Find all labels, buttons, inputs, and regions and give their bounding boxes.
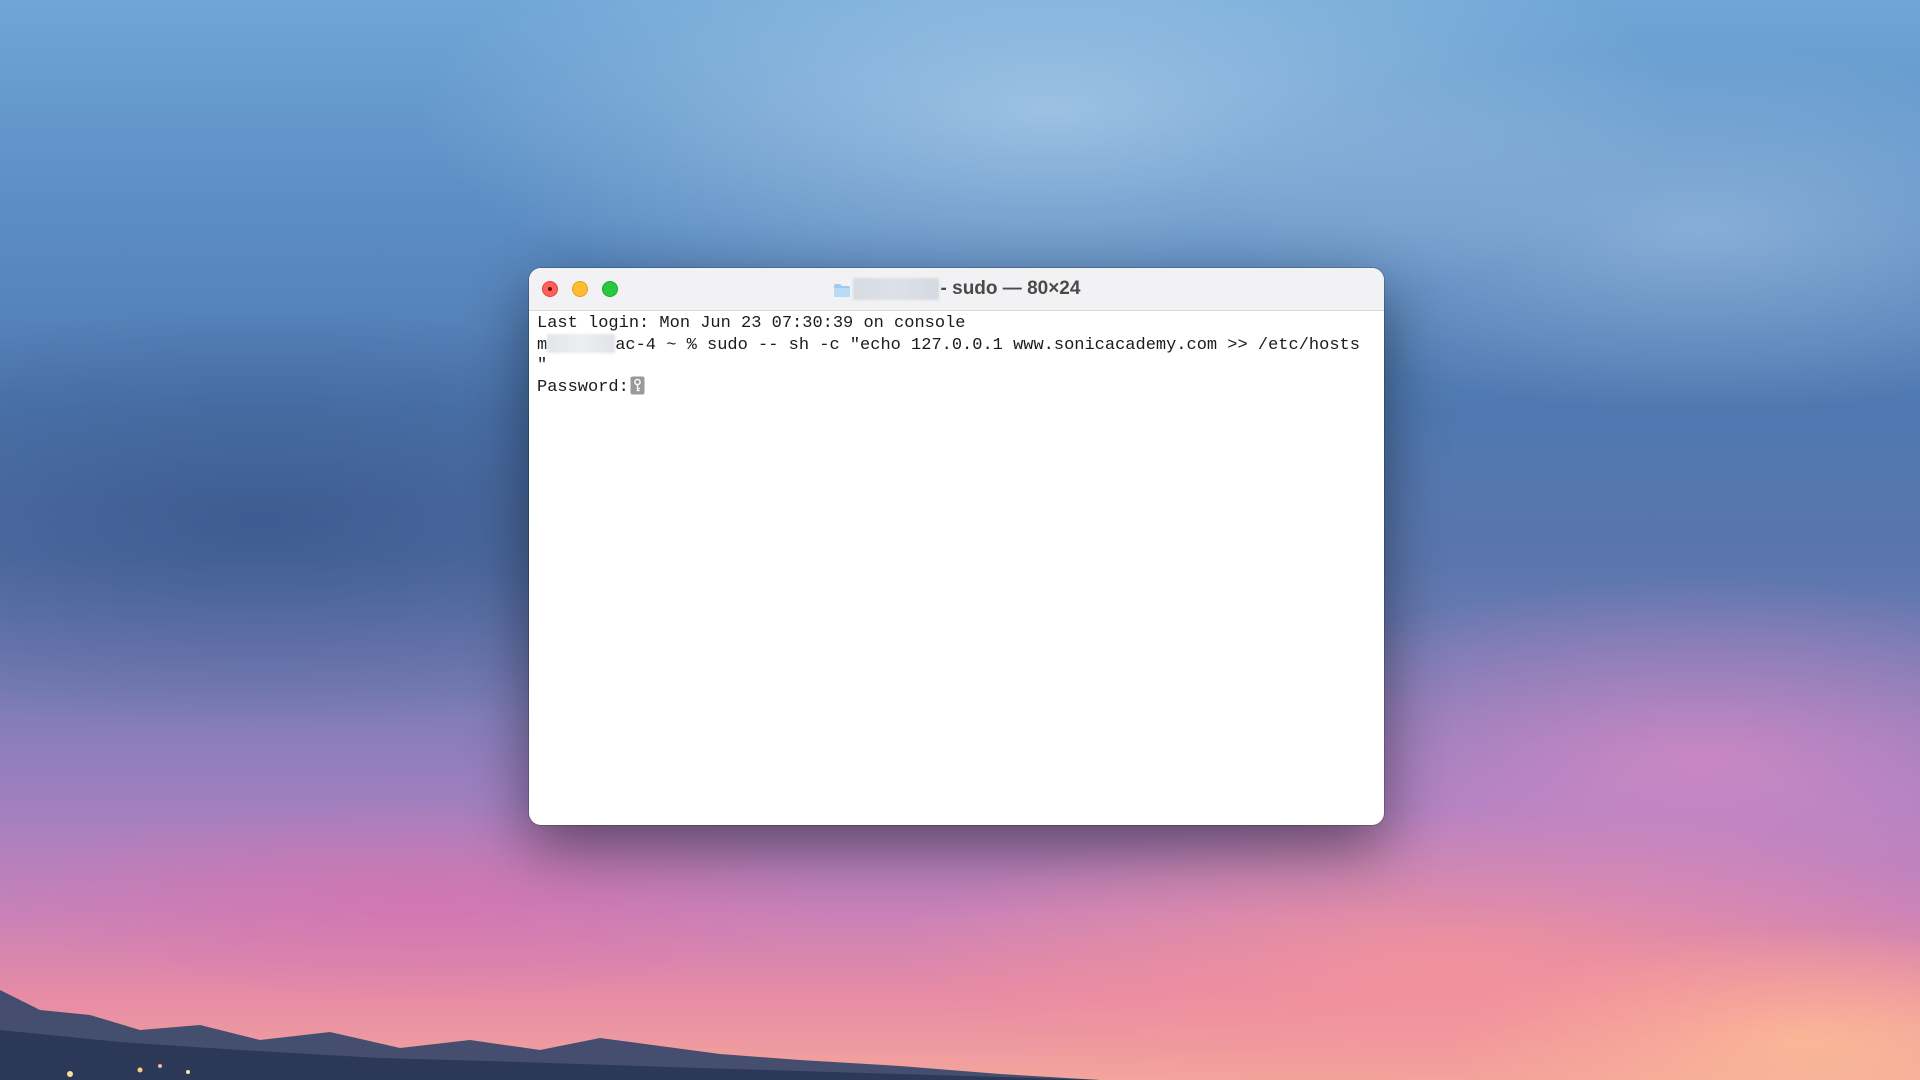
prompt-start: m: [537, 336, 548, 355]
redacted-hostname: [547, 334, 616, 353]
window-title-text: - sudo — 80×24: [940, 278, 1081, 299]
title-bar[interactable]: - sudo — 80×24: [529, 268, 1384, 311]
desktop-wallpaper: - sudo — 80×24 Last login: Mon Jun 23 07…: [0, 0, 1920, 1080]
command-line: m ac-4 ~ % sudo -- sh -c "echo 127.0.0.1 …: [537, 334, 1377, 355]
folder-icon: [833, 282, 851, 297]
terminal-window[interactable]: - sudo — 80×24 Last login: Mon Jun 23 07…: [529, 268, 1384, 825]
window-title: - sudo — 80×24: [529, 268, 1384, 310]
command-text: ac-4 ~ % sudo -- sh -c "echo 127.0.0.1 w…: [615, 336, 1360, 355]
mountain-silhouette: [0, 990, 1100, 1080]
terminal-output[interactable]: Last login: Mon Jun 23 07:30:39 on conso…: [537, 313, 1377, 397]
key-icon: [630, 376, 645, 395]
last-login-line: Last login: Mon Jun 23 07:30:39 on conso…: [537, 314, 966, 333]
password-label: Password:: [537, 378, 629, 397]
redacted-folder-name: [852, 278, 939, 300]
command-continuation: ": [537, 356, 548, 375]
password-prompt-line[interactable]: Password:: [537, 376, 1377, 397]
